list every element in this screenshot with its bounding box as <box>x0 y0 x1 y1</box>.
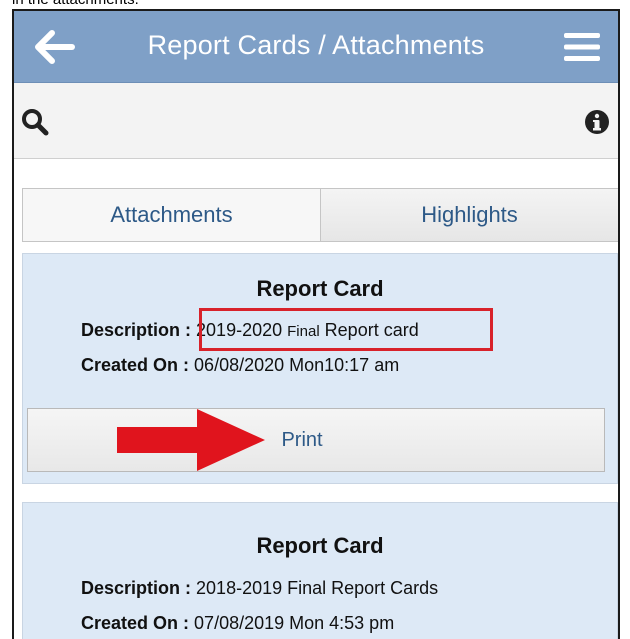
print-label: Print <box>281 428 323 451</box>
description-label: Description : <box>81 320 192 340</box>
page-title: Report Cards / Attachments <box>147 30 485 60</box>
phone-frame: Report Cards / Attachments Attachments H… <box>12 9 620 639</box>
tab-attachments[interactable]: Attachments <box>23 189 321 241</box>
created-label: Created On : <box>81 355 190 375</box>
search-icon[interactable] <box>20 107 50 137</box>
info-icon[interactable] <box>584 109 610 135</box>
created-row: Created On : 07/08/2019 Mon 4:53 pm <box>81 613 394 634</box>
description-label: Description : <box>81 578 192 598</box>
navbar: Report Cards / Attachments <box>14 11 618 83</box>
created-value: 07/08/2019 Mon 4:53 pm <box>194 613 395 633</box>
created-value: 06/08/2020 Mon10:17 am <box>194 355 400 375</box>
description-value: 2018-2019 Final Report Cards <box>196 578 439 598</box>
toolbar <box>14 83 618 159</box>
tab-highlights[interactable]: Highlights <box>321 189 618 241</box>
created-label: Created On : <box>81 613 190 633</box>
created-row: Created On : 06/08/2020 Mon10:17 am <box>81 355 399 376</box>
pointer-arrow-icon <box>117 407 267 473</box>
hamburger-menu-icon[interactable] <box>564 31 600 63</box>
highlight-box <box>199 308 493 351</box>
print-button[interactable]: Print <box>27 408 605 472</box>
content-area: Attachments Highlights Report Card Descr… <box>14 160 618 639</box>
tab-bar: Attachments Highlights <box>22 188 618 242</box>
card-title: Report Card <box>256 276 384 301</box>
report-card-item: Report Card Description : 2019-2020 Fina… <box>22 253 618 484</box>
description-row: Description : 2018-2019 Final Report Car… <box>81 578 438 599</box>
card-title: Report Card <box>256 533 384 558</box>
report-card-item: Report Card Description : 2018-2019 Fina… <box>22 502 618 639</box>
